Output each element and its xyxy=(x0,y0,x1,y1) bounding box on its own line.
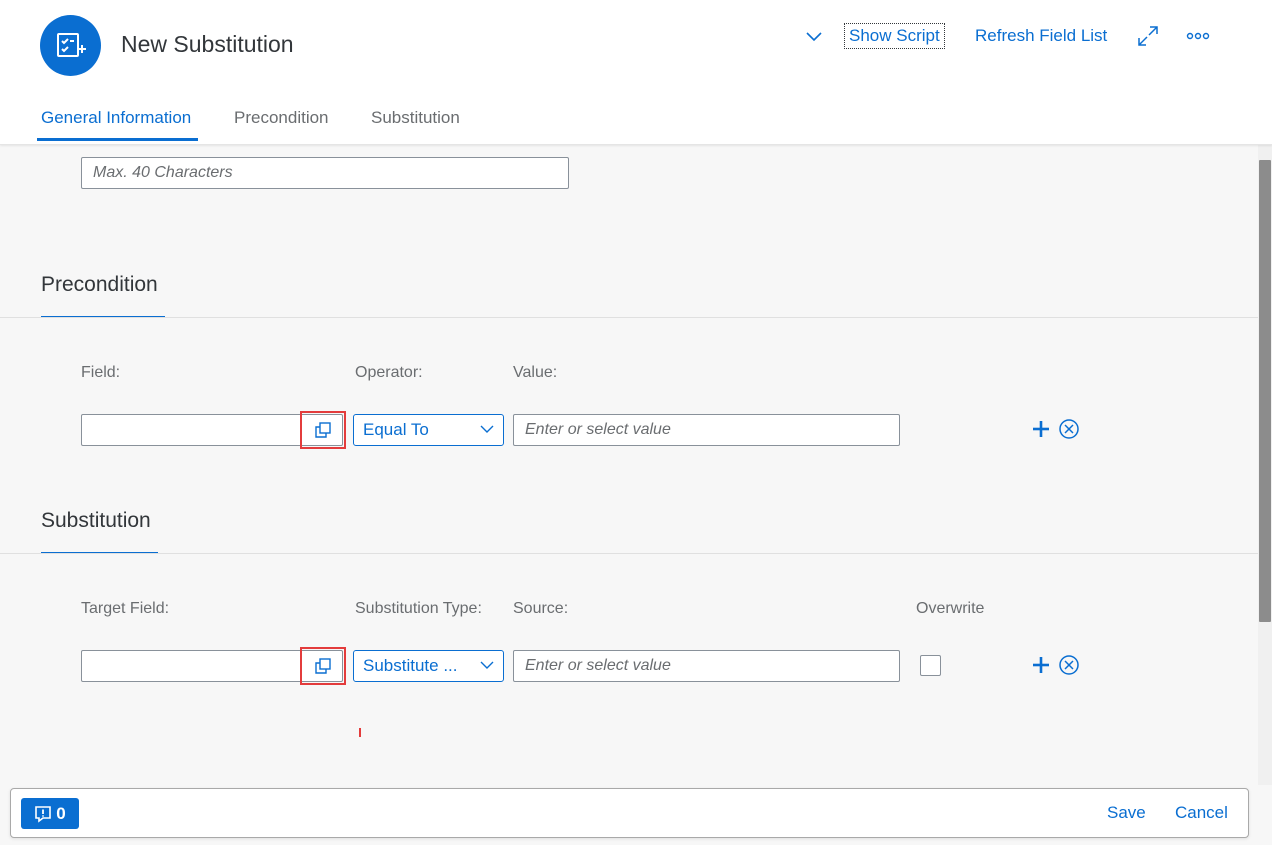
value-help-icon[interactable] xyxy=(300,647,346,685)
source-label: Source: xyxy=(513,600,569,617)
message-popover-button[interactable]: 0 xyxy=(21,798,79,829)
show-script-button[interactable]: Show Script xyxy=(844,23,945,49)
overflow-icon[interactable] xyxy=(1184,22,1212,50)
footer-toolbar: 0 Save Cancel xyxy=(10,788,1249,838)
annotation-mark xyxy=(359,728,361,737)
add-icon[interactable] xyxy=(1029,417,1053,441)
precondition-value-input[interactable]: Enter or select value xyxy=(513,414,900,446)
value-help-icon[interactable] xyxy=(300,411,346,449)
remove-icon[interactable] xyxy=(1057,417,1081,441)
scrollbar-thumb[interactable] xyxy=(1259,160,1271,622)
cancel-button[interactable]: Cancel xyxy=(1175,803,1228,823)
add-icon[interactable] xyxy=(1029,653,1053,677)
overwrite-checkbox[interactable] xyxy=(920,655,941,676)
overwrite-label: Overwrite xyxy=(916,600,985,617)
message-count: 0 xyxy=(56,803,66,823)
substitution-type-label: Substitution Type: xyxy=(355,600,482,617)
tab-precondition[interactable]: Precondition xyxy=(234,108,329,128)
section-divider xyxy=(0,553,1258,554)
page-title: New Substitution xyxy=(121,31,294,57)
save-button[interactable]: Save xyxy=(1107,803,1146,823)
form-add-icon xyxy=(40,15,101,76)
object-page-header: New Substitution Show Script Refresh Fie… xyxy=(0,0,1272,145)
message-icon xyxy=(35,805,52,823)
substitution-type-select[interactable]: Substitute ... xyxy=(353,650,504,682)
precondition-section-title: Precondition xyxy=(41,273,158,296)
fullscreen-icon[interactable] xyxy=(1134,22,1162,50)
remove-icon[interactable] xyxy=(1057,653,1081,677)
substitution-type-value: Substitute ... xyxy=(363,656,458,675)
tab-substitution[interactable]: Substitution xyxy=(371,108,460,128)
field-label: Field: xyxy=(81,364,121,381)
target-field-label: Target Field: xyxy=(81,600,170,617)
substitution-section-title: Substitution xyxy=(41,509,151,532)
tab-general-information[interactable]: General Information xyxy=(41,108,191,128)
source-input[interactable]: Enter or select value xyxy=(513,650,900,682)
operator-label: Operator: xyxy=(355,364,423,381)
description-input[interactable]: Max. 40 Characters xyxy=(81,157,569,189)
active-tab-indicator xyxy=(37,138,198,141)
chevron-down-icon xyxy=(480,425,494,433)
operator-select-value: Equal To xyxy=(363,420,429,439)
chevron-down-icon[interactable] xyxy=(800,22,828,50)
chevron-down-icon xyxy=(480,661,494,669)
operator-select[interactable]: Equal To xyxy=(353,414,504,446)
page-content: Max. 40 Characters Precondition Field: O… xyxy=(0,145,1258,785)
refresh-field-list-button[interactable]: Refresh Field List xyxy=(971,23,1111,49)
value-label: Value: xyxy=(513,364,558,381)
section-divider xyxy=(0,317,1258,318)
